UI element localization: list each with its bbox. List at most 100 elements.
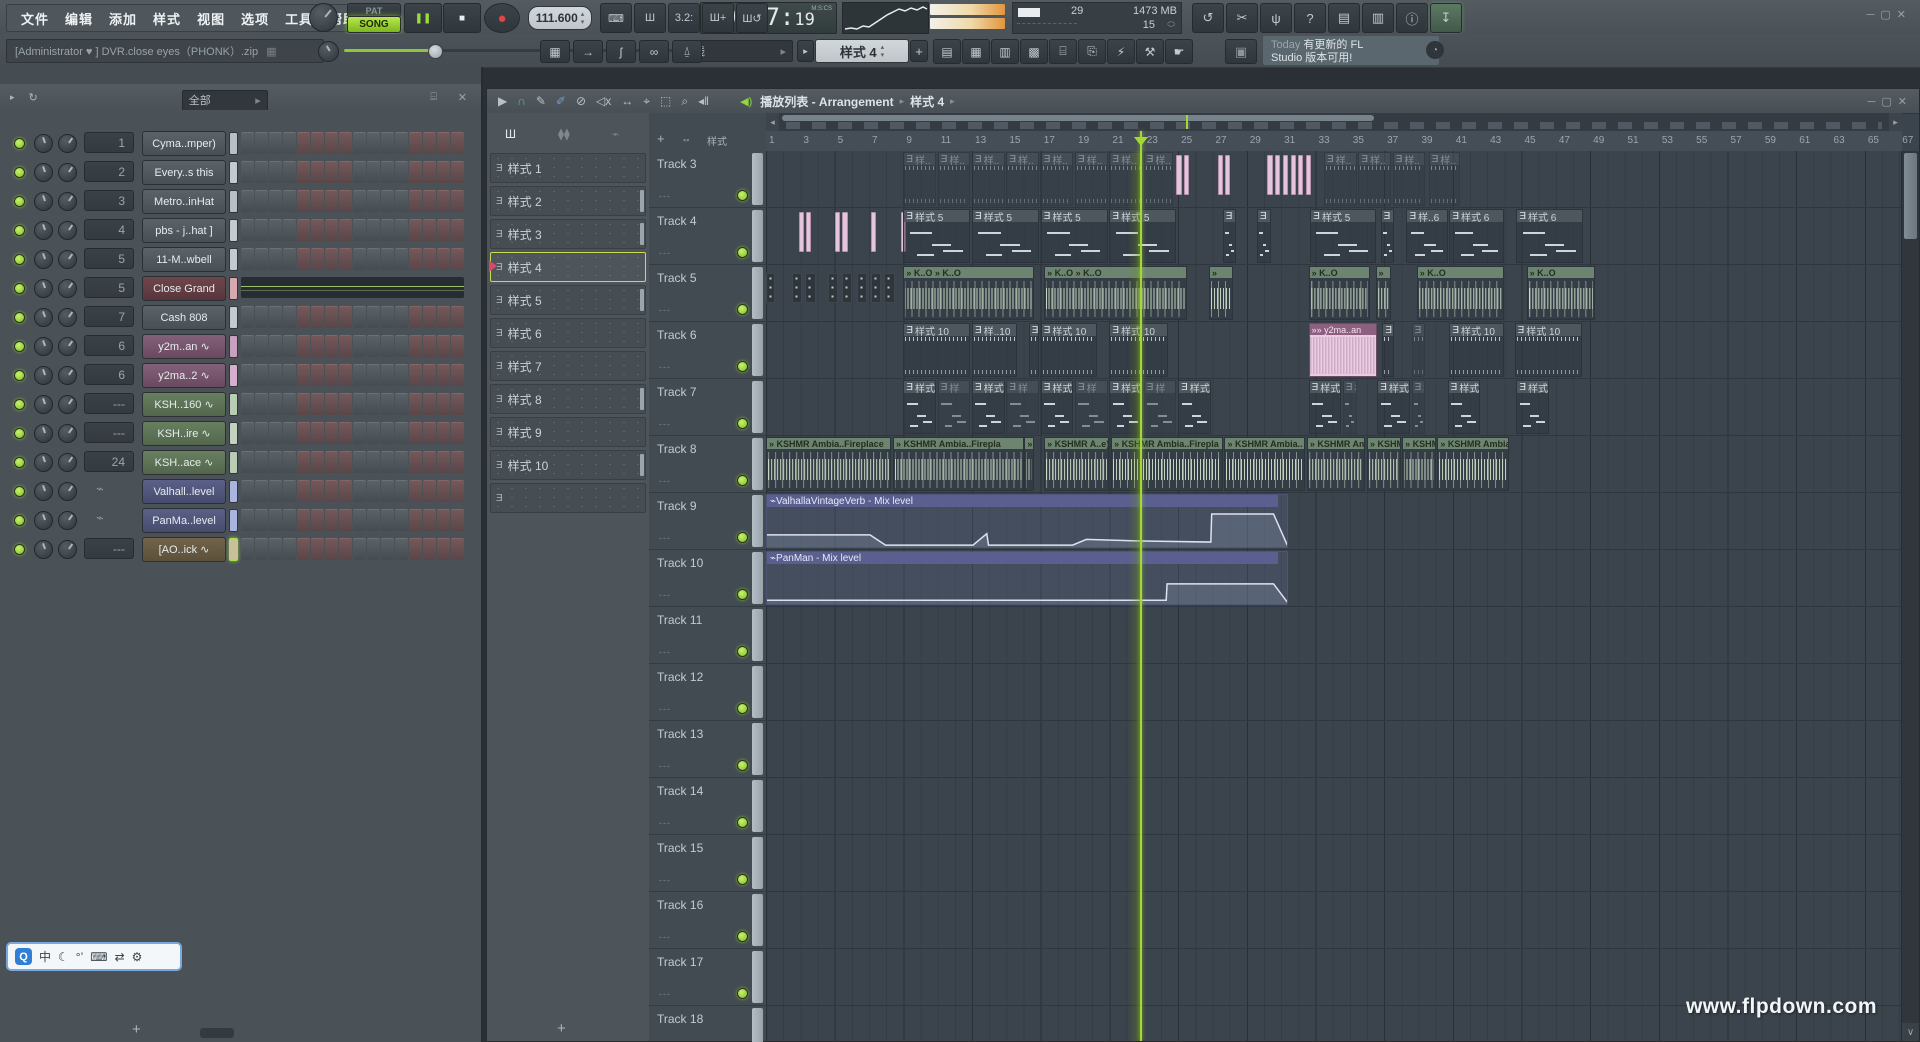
audio-strip[interactable] [842, 212, 847, 252]
step-cell[interactable] [311, 538, 324, 560]
step-cell[interactable] [423, 364, 436, 386]
audio-strip[interactable] [835, 212, 840, 252]
step-cell[interactable] [241, 132, 254, 154]
track-options[interactable]: --- [659, 533, 671, 543]
channel-button[interactable]: y2ma..2 ∿ [142, 363, 226, 388]
vscroll-down-icon[interactable]: ∨ [1902, 1023, 1919, 1041]
save-icon[interactable]: ▤ [1328, 3, 1360, 33]
step-cell[interactable] [339, 306, 352, 328]
step-cell[interactable] [409, 190, 422, 212]
channel-vol-knob[interactable] [58, 221, 77, 240]
automation-clip[interactable]: ⌁ PanMan - Mix level [766, 551, 1288, 605]
step-cell[interactable] [409, 364, 422, 386]
channel-color-strip[interactable] [229, 161, 238, 184]
channel-color-strip[interactable] [229, 132, 238, 155]
step-cell[interactable] [241, 422, 254, 444]
channel-pan-knob[interactable] [34, 192, 53, 211]
step-cell[interactable] [423, 219, 436, 241]
channel-color-strip[interactable] [229, 277, 238, 300]
step-cell[interactable] [311, 219, 324, 241]
step-cell[interactable] [437, 509, 450, 531]
step-cell[interactable] [409, 480, 422, 502]
step-cell[interactable] [297, 422, 310, 444]
plugin-icon[interactable]: ⚡ [1107, 39, 1135, 64]
step-cell[interactable] [255, 451, 268, 473]
channel-number[interactable]: 6 [84, 335, 134, 356]
track-options[interactable]: --- [659, 875, 671, 885]
audio-clip[interactable]: » KSHMR Ambia.. [1224, 437, 1305, 491]
step-cell[interactable] [325, 335, 338, 357]
track-enable-led[interactable] [737, 361, 748, 372]
track-options[interactable]: --- [659, 248, 671, 258]
channel-enable-led[interactable] [14, 254, 25, 265]
track-lane[interactable]: Ǝ样..Ǝ样..Ǝ样..Ǝ样..Ǝ样..Ǝ样..Ǝ样..Ǝ样..Ǝ样..Ǝ样..… [766, 151, 1902, 208]
pattern-clip[interactable]: Ǝ样式 6 [1449, 209, 1504, 263]
track-color-strip[interactable] [752, 495, 763, 547]
channel-number[interactable]: 7 [84, 306, 134, 327]
channel-color-strip[interactable] [229, 451, 238, 474]
channel-enable-led[interactable] [14, 370, 25, 381]
pattern-clip[interactable]: Ǝ样..6 [1406, 209, 1447, 263]
cut-tool-icon[interactable]: ✂ [1226, 3, 1258, 33]
pattern-clip[interactable]: Ǝ样式 3 [1309, 380, 1342, 434]
step-cell[interactable] [409, 219, 422, 241]
track-header[interactable]: Track 18--- [649, 1006, 766, 1042]
channel-enable-led[interactable] [14, 399, 25, 410]
step-cell[interactable] [381, 480, 394, 502]
step-cell[interactable] [241, 509, 254, 531]
channel-vol-knob[interactable] [58, 192, 77, 211]
pattern-clip[interactable]: Ǝ样.. [1075, 152, 1108, 206]
step-cell[interactable] [353, 538, 366, 560]
step-cell[interactable] [255, 364, 268, 386]
step-cell[interactable] [283, 509, 296, 531]
pattern-clip[interactable]: Ǝ样式 4 [1178, 380, 1211, 434]
pattern-clip[interactable]: Ǝ样 [1006, 380, 1039, 434]
step-cell[interactable] [311, 509, 324, 531]
step-cell[interactable] [395, 248, 408, 270]
snap-magnet-icon[interactable]: ∩ [517, 94, 526, 108]
track-enable-led[interactable] [737, 646, 748, 657]
patterns-tab[interactable]: Ш [505, 127, 516, 141]
step-cell[interactable] [255, 306, 268, 328]
pattern-clip[interactable]: Ǝ样 [1412, 380, 1426, 434]
audio-strip[interactable] [1291, 155, 1296, 195]
pattern-prev-button[interactable]: ▸ [797, 40, 814, 62]
step-cell[interactable] [325, 132, 338, 154]
menu-item-0[interactable]: 文件 [13, 9, 57, 28]
audio-clip[interactable]: » K..O » K..O [1044, 266, 1187, 320]
track-enable-led[interactable] [737, 931, 748, 942]
step-cell[interactable] [269, 219, 282, 241]
step-cell[interactable] [241, 364, 254, 386]
pattern-clip[interactable]: Ǝ样.. [938, 152, 971, 206]
channel-enable-led[interactable] [14, 486, 25, 497]
audio-clip[interactable]: » KSHMR Am [1367, 437, 1401, 491]
pattern-clip[interactable]: Ǝ样式 3 [1448, 380, 1481, 434]
typing-to-piano-icon[interactable]: ▦ [540, 40, 570, 63]
step-cell[interactable] [311, 335, 324, 357]
channel-color-strip[interactable] [229, 364, 238, 387]
channel-pan-knob[interactable] [34, 279, 53, 298]
pattern-clip[interactable]: Ǝ样式 3 [972, 380, 1005, 434]
channel-color-strip[interactable] [229, 480, 238, 503]
step-cell[interactable] [269, 538, 282, 560]
step-cell[interactable] [353, 335, 366, 357]
channel-button[interactable]: KSH..ace ∿ [142, 450, 226, 475]
audio-strip[interactable] [871, 212, 876, 252]
oscilloscope[interactable] [842, 2, 929, 34]
step-cell[interactable] [423, 132, 436, 154]
step-clip[interactable] [857, 273, 867, 303]
step-cell[interactable] [339, 480, 352, 502]
add-pattern-button[interactable]: + [910, 40, 928, 62]
channel-pan-knob[interactable] [34, 511, 53, 530]
pattern-clip[interactable]: Ǝ样式 3 [1377, 380, 1410, 434]
step-cell[interactable] [297, 161, 310, 183]
track-lane[interactable]: ⌁ ValhallaVintageVerb - Mix level [766, 493, 1902, 550]
menu-item-4[interactable]: 视图 [189, 9, 233, 28]
step-cell[interactable] [381, 335, 394, 357]
pattern-clip[interactable]: Ǝ样式 4 [1516, 380, 1549, 434]
step-clip[interactable] [871, 273, 881, 303]
channel-number[interactable]: 24 [84, 451, 134, 472]
pattern-clip[interactable]: Ǝ样.. [1144, 152, 1173, 206]
cn-en-icon[interactable]: 中 [39, 948, 51, 965]
hdr-pattern-tab[interactable]: 样式 [707, 133, 727, 148]
